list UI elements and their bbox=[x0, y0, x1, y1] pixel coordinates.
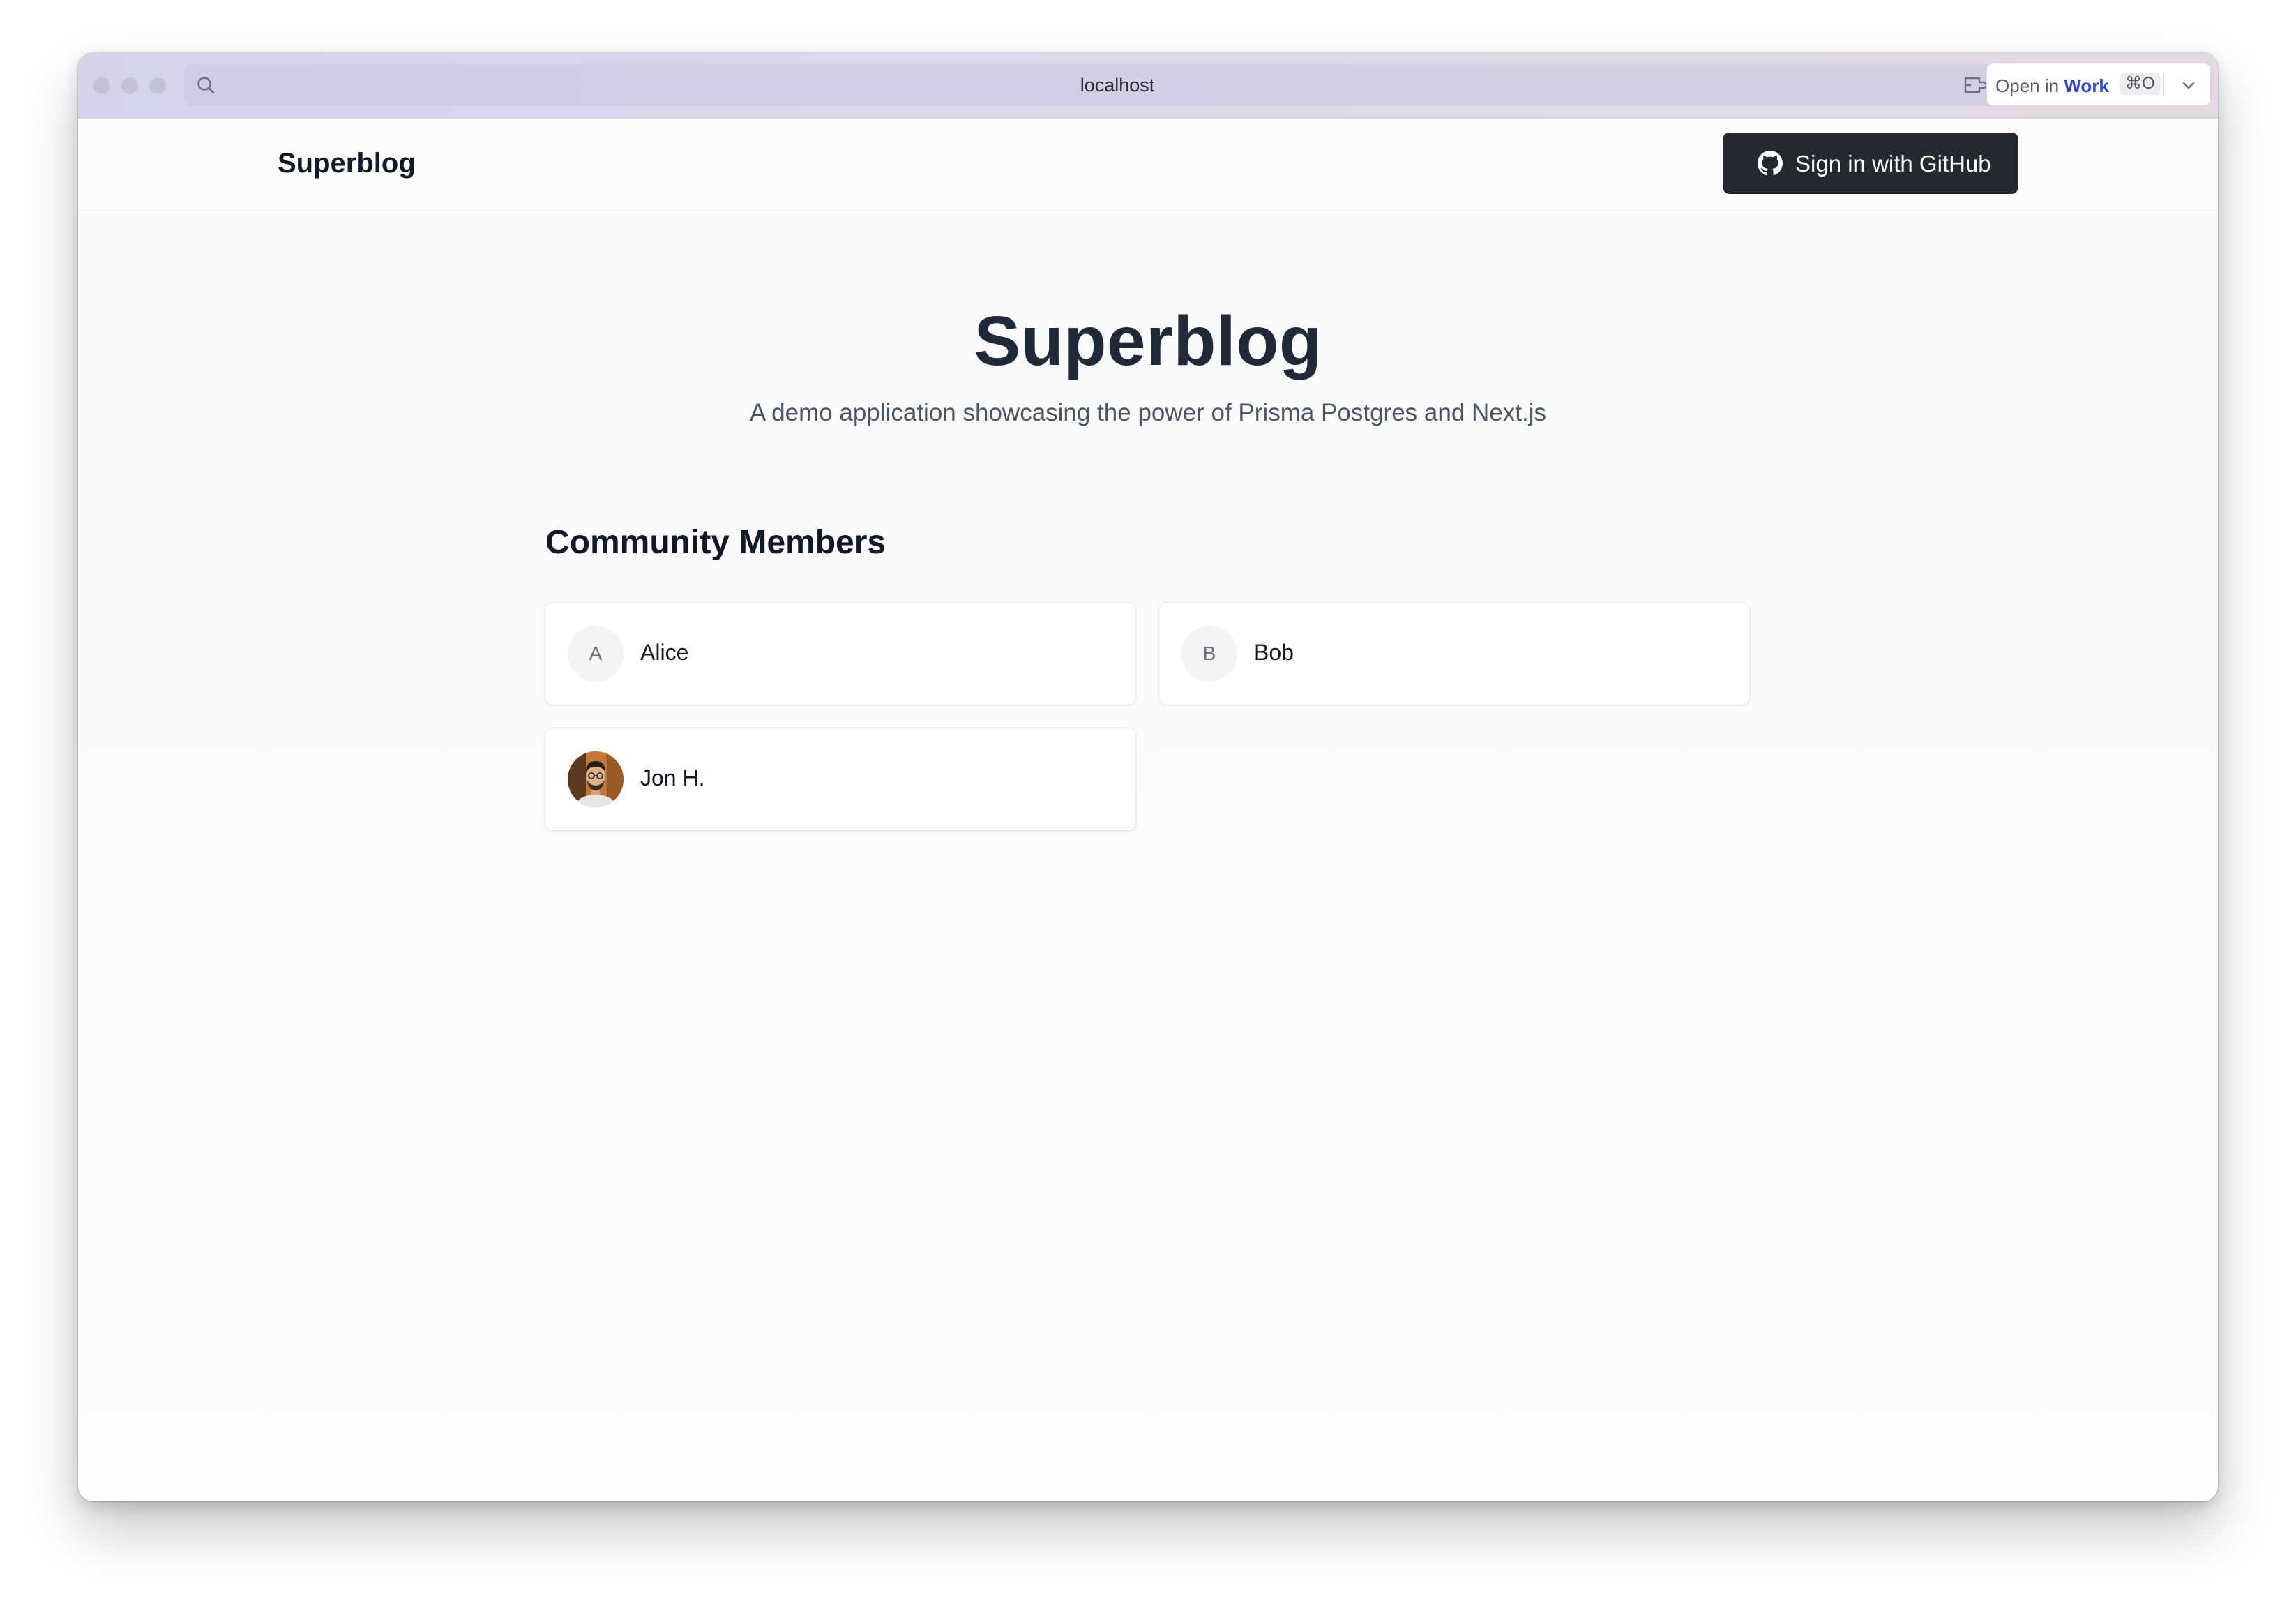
avatar: A bbox=[568, 626, 624, 682]
open-in-work-button[interactable]: Open in Work ⌘O bbox=[1986, 63, 2211, 106]
github-icon bbox=[1758, 151, 1783, 176]
section-heading: Community Members bbox=[545, 524, 886, 561]
divider bbox=[2163, 73, 2164, 96]
member-name: Bob bbox=[1254, 640, 1294, 665]
sign-in-github-button[interactable]: Sign in with GitHub bbox=[1723, 133, 2018, 194]
member-card[interactable]: B Bob bbox=[1159, 603, 1749, 705]
chevron-down-icon[interactable] bbox=[2180, 76, 2198, 94]
sign-in-label: Sign in with GitHub bbox=[1795, 151, 1991, 177]
avatar-photo bbox=[568, 751, 624, 807]
page-title: Superblog bbox=[974, 302, 1322, 380]
address-bar[interactable]: localhost bbox=[184, 64, 2050, 106]
member-name: Alice bbox=[640, 640, 689, 665]
user-photo-icon bbox=[568, 751, 624, 807]
page-subtitle: A demo application showcasing the power … bbox=[750, 399, 1546, 426]
member-name: Jon H. bbox=[640, 765, 705, 790]
keyboard-shortcut-badge: ⌘O bbox=[2120, 73, 2161, 95]
open-in-label: Open in Work bbox=[1995, 75, 2109, 97]
open-in-prefix: Open in bbox=[1995, 75, 2060, 96]
avatar: B bbox=[1181, 626, 1237, 682]
open-in-target: Work bbox=[2064, 75, 2109, 96]
close-window-button[interactable] bbox=[93, 77, 110, 94]
member-card[interactable]: Jon H. bbox=[545, 728, 1135, 830]
browser-toolbar: localhost Open in Work ⌘O bbox=[78, 53, 2218, 119]
minimize-window-button[interactable] bbox=[121, 77, 138, 94]
member-card[interactable]: A Alice bbox=[545, 603, 1135, 705]
site-brand-link[interactable]: Superblog bbox=[278, 148, 416, 179]
browser-window: localhost Open in Work ⌘O Superblog Sign… bbox=[78, 53, 2218, 1501]
site-navbar: Superblog Sign in with GitHub bbox=[78, 119, 2218, 210]
page-content: Superblog Sign in with GitHub Superblog … bbox=[78, 119, 2218, 1501]
zoom-window-button[interactable] bbox=[149, 77, 166, 94]
url-text[interactable]: localhost bbox=[184, 75, 2050, 96]
